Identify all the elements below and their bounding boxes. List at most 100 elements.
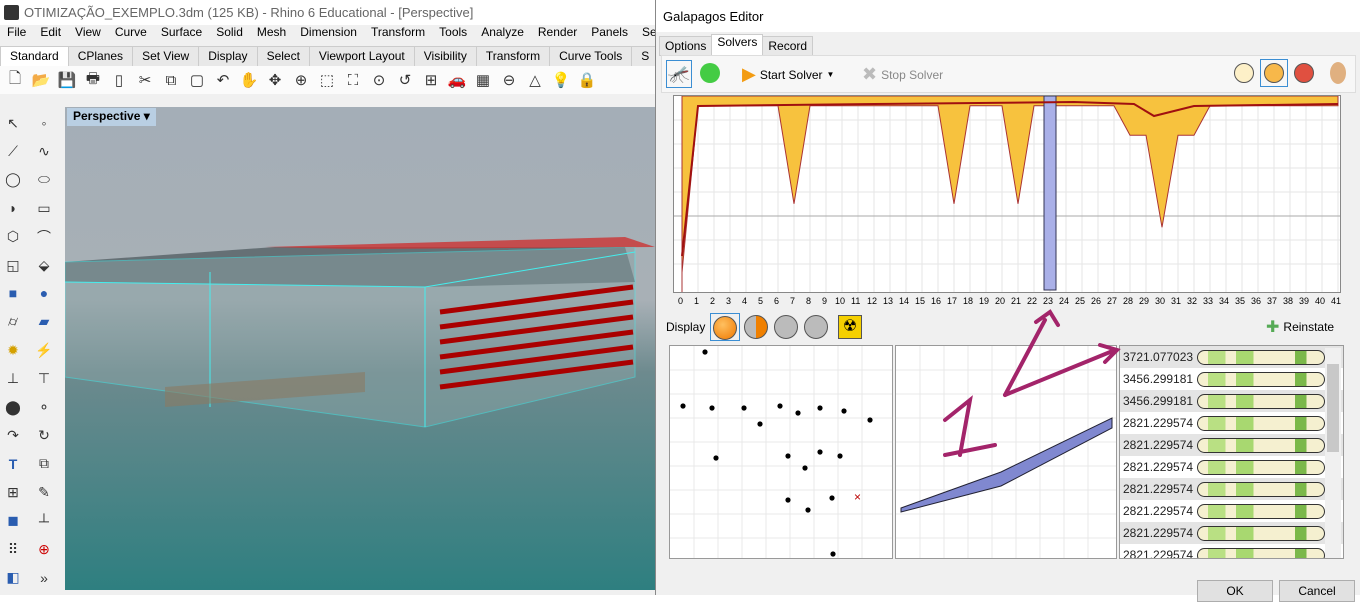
arc-icon[interactable]: ◗ xyxy=(2,197,24,219)
generation-tick[interactable]: 30 xyxy=(1155,296,1165,306)
generation-tick[interactable]: 36 xyxy=(1251,296,1261,306)
fitness-row[interactable]: 2821.229574 xyxy=(1120,544,1343,558)
zoom-selected-icon[interactable]: ⊙ xyxy=(368,69,390,91)
menu-item[interactable]: Render xyxy=(531,24,584,42)
cylinder-icon[interactable]: ⌭ xyxy=(2,311,24,333)
menu-item[interactable]: Panels xyxy=(584,24,635,42)
generation-tick[interactable]: 41 xyxy=(1331,296,1341,306)
mesh-icon[interactable]: ▰ xyxy=(33,311,55,333)
gumball-icon[interactable]: ⊕ xyxy=(33,538,55,560)
lock-icon[interactable]: 🔒 xyxy=(576,69,598,91)
generation-tick[interactable]: 10 xyxy=(835,296,845,306)
display-full-icon[interactable] xyxy=(713,316,737,340)
generation-tick[interactable]: 5 xyxy=(758,296,763,306)
menu-item[interactable]: Tools xyxy=(432,24,474,42)
generation-tick[interactable]: 28 xyxy=(1123,296,1133,306)
radiation-icon[interactable]: ☢ xyxy=(838,315,862,339)
generation-tick[interactable]: 16 xyxy=(931,296,941,306)
dropdown-arrow-icon[interactable]: ▼ xyxy=(827,70,835,79)
chamfer-icon[interactable]: ↻ xyxy=(33,424,55,446)
generation-tick[interactable]: 23 xyxy=(1043,296,1053,306)
menu-item[interactable]: Surface xyxy=(154,24,209,42)
generation-tick[interactable]: 27 xyxy=(1107,296,1117,306)
curve-icon[interactable]: ∿ xyxy=(33,140,55,162)
rectangle-icon[interactable]: ▭ xyxy=(33,197,55,219)
fitness-row[interactable]: 2821.229574 xyxy=(1120,522,1343,544)
trim-icon[interactable]: ⊥ xyxy=(2,368,24,390)
toolbar-tab[interactable]: Standard xyxy=(0,46,69,66)
array-icon[interactable]: ⧉ xyxy=(33,453,55,475)
generation-tick[interactable]: 0 xyxy=(678,296,683,306)
generation-tick[interactable]: 38 xyxy=(1283,296,1293,306)
toolbar-tab[interactable]: Transform xyxy=(475,46,551,66)
polygon-icon[interactable]: ⬡ xyxy=(2,226,24,248)
generation-tick[interactable]: 15 xyxy=(915,296,925,306)
zoom-icon[interactable]: ⊕ xyxy=(290,69,312,91)
genome-scatter-panel[interactable]: × xyxy=(669,345,893,559)
generation-tick[interactable]: 18 xyxy=(963,296,973,306)
fitness-list[interactable]: 3721.077023 3456.299181 3456.299181 2821.22… xyxy=(1119,345,1344,559)
menu-item[interactable]: Mesh xyxy=(250,24,293,42)
fillet-icon[interactable]: ⌒ xyxy=(33,226,55,248)
paste-icon[interactable]: ▢ xyxy=(186,69,208,91)
toolbar-tab[interactable]: Set View xyxy=(132,46,200,66)
fitness-history-chart[interactable] xyxy=(673,95,1341,293)
split-icon[interactable]: ⊤ xyxy=(33,368,55,390)
grid-icon[interactable]: ▦ xyxy=(472,69,494,91)
pan-icon[interactable]: ✋ xyxy=(238,69,260,91)
ok-button[interactable]: OK xyxy=(1197,580,1273,602)
point-icon[interactable]: ◦ xyxy=(33,112,55,134)
chevron-down-icon[interactable]: ▾ xyxy=(144,109,150,123)
speed-fast-icon[interactable] xyxy=(1294,63,1314,83)
generation-tick[interactable]: 3 xyxy=(726,296,731,306)
tab-record[interactable]: Record xyxy=(762,36,814,56)
generation-tick[interactable]: 4 xyxy=(742,296,747,306)
circle-icon[interactable]: ◯ xyxy=(2,169,24,191)
menu-item[interactable]: File xyxy=(0,24,33,42)
save-icon[interactable]: 💾 xyxy=(56,69,78,91)
generation-tick[interactable]: 26 xyxy=(1091,296,1101,306)
generation-tick[interactable]: 34 xyxy=(1219,296,1229,306)
generation-tick[interactable]: 11 xyxy=(851,296,860,306)
rotate-icon[interactable]: ✥ xyxy=(264,69,286,91)
generation-tick[interactable]: 13 xyxy=(883,296,893,306)
polyline-icon[interactable]: ⟋ xyxy=(2,140,24,162)
viewports-icon[interactable]: ⊞ xyxy=(420,69,442,91)
toolbar-tab[interactable]: Viewport Layout xyxy=(308,46,415,66)
map-icon[interactable]: ◧ xyxy=(2,567,24,589)
generation-tick[interactable]: 32 xyxy=(1187,296,1197,306)
menu-item[interactable]: Dimension xyxy=(293,24,364,42)
tab-options[interactable]: Options xyxy=(659,36,713,56)
start-solver-button[interactable]: ▶ Start Solver ▼ xyxy=(742,64,834,85)
display-half-icon[interactable] xyxy=(744,315,768,339)
generation-tick[interactable]: 29 xyxy=(1139,296,1149,306)
surface-icon[interactable]: ◱ xyxy=(2,254,24,276)
menu-item[interactable]: Curve xyxy=(108,24,154,42)
box-icon[interactable]: ■ xyxy=(2,282,24,304)
generation-tick[interactable]: 31 xyxy=(1171,296,1181,306)
tab-solvers[interactable]: Solvers xyxy=(711,34,764,56)
generation-tick[interactable]: 1 xyxy=(694,296,699,306)
shapes-icon[interactable]: △ xyxy=(524,69,546,91)
open-icon[interactable]: 📂 xyxy=(30,69,52,91)
generation-tick[interactable]: 19 xyxy=(979,296,989,306)
generation-tick[interactable]: 22 xyxy=(1027,296,1037,306)
zoom-window-icon[interactable]: ⬚ xyxy=(316,69,338,91)
cut-icon[interactable]: ✂ xyxy=(134,69,156,91)
dimension-icon[interactable]: ┴ xyxy=(33,510,55,532)
export-icon[interactable]: ▯ xyxy=(108,69,130,91)
render-icon[interactable]: 🚗 xyxy=(446,69,468,91)
ellipse-icon[interactable]: ⬭ xyxy=(33,169,55,191)
generation-tick[interactable]: 7 xyxy=(790,296,795,306)
menu-item[interactable]: Solid xyxy=(209,24,250,42)
toolbar-tab[interactable]: CPlanes xyxy=(67,46,134,66)
evolutionary-solver-icon[interactable]: 🦟 xyxy=(666,60,692,88)
fitness-row[interactable]: 3456.299181 xyxy=(1120,368,1343,390)
group-icon[interactable]: ⊞ xyxy=(2,481,24,503)
lightning-icon[interactable]: ⚡ xyxy=(33,339,55,361)
edit-icon[interactable]: ✎ xyxy=(33,481,55,503)
sphere-icon[interactable]: ● xyxy=(33,282,55,304)
generation-tick[interactable]: 25 xyxy=(1075,296,1085,306)
genome-parallel-panel[interactable] xyxy=(895,345,1117,559)
fitness-row[interactable]: 2821.229574 xyxy=(1120,500,1343,522)
